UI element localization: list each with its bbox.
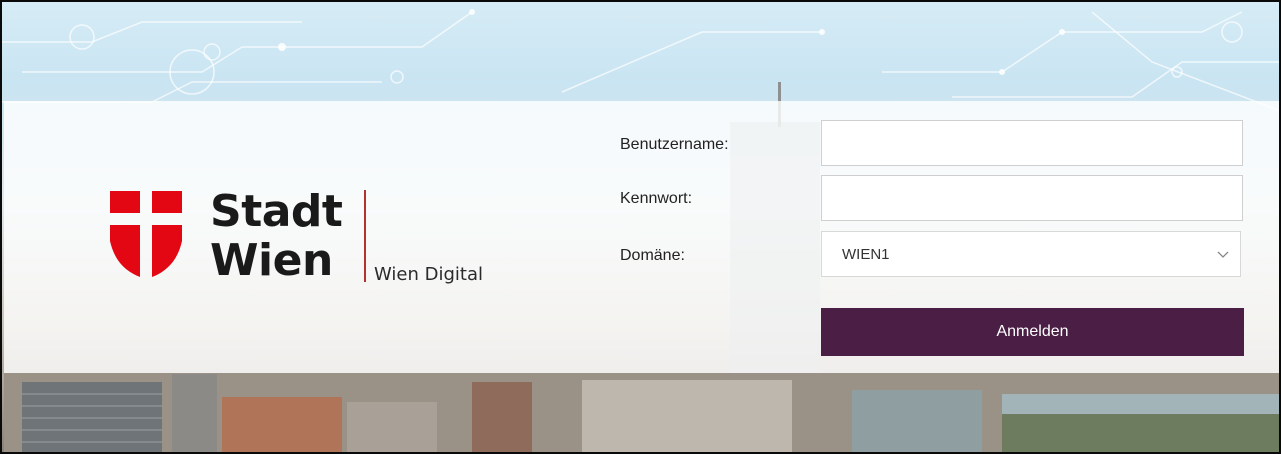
username-input[interactable] [821,120,1243,166]
login-button[interactable]: Anmelden [821,308,1244,356]
stadt-wien-shield-logo [110,191,182,284]
login-page: Stadt Wien Wien Digital Benutzername: Ke… [0,0,1281,454]
brand-subtitle: Wien Digital [374,264,483,285]
brand-divider [364,190,366,282]
domain-label: Domäne: [620,247,685,264]
brand-name-line2: Wien [210,235,333,286]
password-input[interactable] [821,175,1243,221]
username-label: Benutzername: [620,136,729,153]
domain-select-value: WIEN1 [842,245,890,263]
chevron-down-icon [1217,251,1229,258]
domain-select[interactable]: WIEN1 [821,231,1241,277]
password-label: Kennwort: [620,190,693,207]
brand-name-line1: Stadt [210,186,343,237]
